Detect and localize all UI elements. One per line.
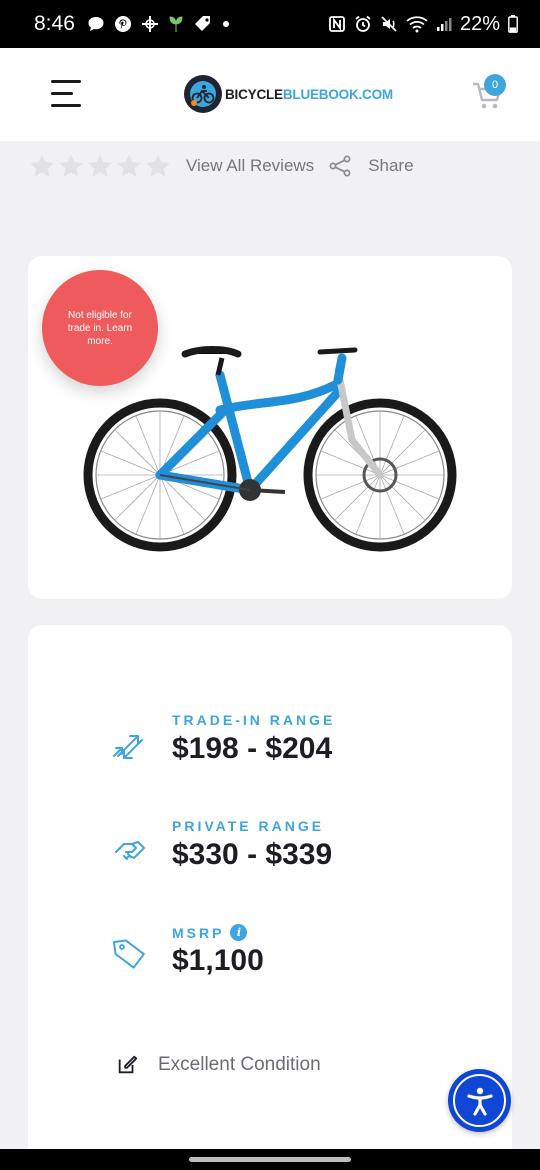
status-bar: 8:46 22% [0,0,540,48]
nfc-icon [328,15,346,33]
condition-label: Excellent Condition [158,1054,321,1075]
share-link[interactable]: Share [368,156,413,176]
view-all-reviews-link[interactable]: View All Reviews [186,156,314,176]
handshake-icon [115,841,145,860]
wifi-icon [406,15,428,33]
msrp-value: $1,100 [172,944,264,977]
star-icon [88,154,112,177]
private-range-label: PRIVATE RANGE [172,818,325,834]
site-header: BICYCLEBLUEBOOK.COM [0,48,540,141]
trade-in-label: TRADE-IN RANGE [172,712,336,728]
site-logo[interactable]: BICYCLEBLUEBOOK.COM [184,75,393,113]
home-gesture-bar[interactable] [189,1157,351,1162]
game-controller-icon [141,15,159,33]
mute-icon [380,15,398,33]
logo-bike-icon [184,75,222,113]
star-rating[interactable] [28,152,172,180]
condition-row[interactable]: Excellent Condition [116,1054,321,1076]
accessibility-button[interactable] [448,1069,511,1132]
logo-text: BICYCLEBLUEBOOK.COM [225,86,393,102]
edit-icon [118,1055,138,1074]
pinterest-icon [114,15,132,33]
tag-icon [193,14,213,34]
plant-icon [168,15,184,33]
alarm-icon [354,15,372,33]
signal-icon [436,16,452,32]
star-icon [59,154,83,177]
not-eligible-badge[interactable]: Not eligible for trade in. Learn more. [42,270,158,386]
price-card [28,625,512,1170]
status-time: 8:46 [34,12,75,35]
trade-in-value: $198 - $204 [172,732,333,765]
price-tag-icon [112,939,145,969]
accessibility-icon [466,1087,493,1116]
private-range-value: $330 - $339 [172,838,333,871]
star-icon [30,154,54,177]
star-icon [117,154,141,177]
battery-percent: 22% [459,12,500,35]
trade-arrows-icon [113,735,143,759]
star-icon [146,154,170,177]
hamburger-menu-button[interactable] [51,79,83,109]
msrp-label: MSRP i [172,924,248,941]
chat-icon [87,15,105,33]
reviews-row: View All Reviews Share [28,146,414,186]
info-icon[interactable]: i [230,924,248,941]
dot-icon [222,20,230,28]
share-icon[interactable] [328,154,352,178]
battery-icon [508,15,518,33]
cart-count-badge: 0 [484,74,506,96]
